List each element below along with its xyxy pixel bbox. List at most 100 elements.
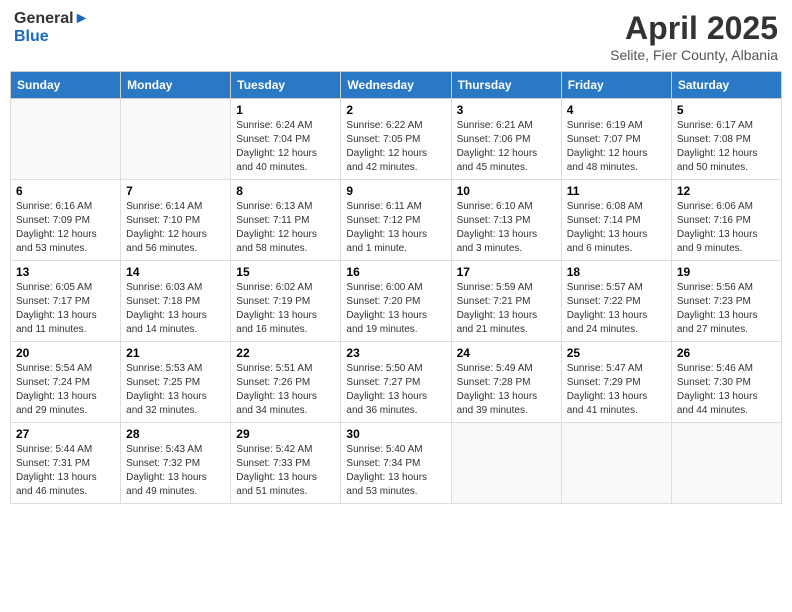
- day-info: Sunrise: 6:10 AMSunset: 7:13 PMDaylight:…: [457, 200, 556, 256]
- day-info: Sunrise: 6:16 AMSunset: 7:09 PMDaylight:…: [16, 200, 115, 256]
- month-title: April 2025: [610, 10, 778, 47]
- day-info: Sunrise: 5:49 AMSunset: 7:28 PMDaylight:…: [457, 362, 556, 418]
- day-info: Sunrise: 5:50 AMSunset: 7:27 PMDaylight:…: [346, 362, 445, 418]
- calendar-cell: 4 Sunrise: 6:19 AMSunset: 7:07 PMDaylight…: [561, 99, 671, 180]
- day-info: Sunrise: 6:21 AMSunset: 7:06 PMDaylight:…: [457, 119, 556, 175]
- day-number: 7: [126, 184, 225, 198]
- calendar-cell: 20 Sunrise: 5:54 AMSunset: 7:24 PMDayligh…: [11, 342, 121, 423]
- day-number: 29: [236, 427, 335, 441]
- calendar-cell: 14Sunrise: 6:03 AMSunset: 7:18 PMDayligh…: [121, 261, 231, 342]
- day-number: 26: [677, 346, 776, 360]
- calendar-cell: 5 Sunrise: 6:17 AMSunset: 7:08 PMDaylight…: [671, 99, 781, 180]
- calendar-cell: [451, 423, 561, 504]
- day-info: Sunrise: 6:22 AMSunset: 7:05 PMDaylight:…: [346, 119, 445, 175]
- title-block: April 2025 Selite, Fier County, Albania: [610, 10, 778, 63]
- day-info: Sunrise: 6:02 AMSunset: 7:19 PMDaylight:…: [236, 281, 335, 337]
- day-info: Sunrise: 6:14 AMSunset: 7:10 PMDaylight:…: [126, 200, 225, 256]
- day-number: 16: [346, 265, 445, 279]
- calendar-cell: 12Sunrise: 6:06 AMSunset: 7:16 PMDayligh…: [671, 180, 781, 261]
- day-info: Sunrise: 6:00 AMSunset: 7:20 PMDaylight:…: [346, 281, 445, 337]
- calendar-cell: 18 Sunrise: 5:57 AMSunset: 7:22 PMDayligh…: [561, 261, 671, 342]
- calendar-cell: 28 Sunrise: 5:43 AMSunset: 7:32 PMDayligh…: [121, 423, 231, 504]
- day-info: Sunrise: 6:08 AMSunset: 7:14 PMDaylight:…: [567, 200, 666, 256]
- day-number: 22: [236, 346, 335, 360]
- calendar-cell: 8Sunrise: 6:13 AMSunset: 7:11 PMDaylight…: [231, 180, 341, 261]
- calendar-cell: 24 Sunrise: 5:49 AMSunset: 7:28 PMDayligh…: [451, 342, 561, 423]
- day-number: 28: [126, 427, 225, 441]
- calendar-cell: [11, 99, 121, 180]
- location-subtitle: Selite, Fier County, Albania: [610, 47, 778, 63]
- day-number: 30: [346, 427, 445, 441]
- weekday-header: Thursday: [451, 72, 561, 99]
- day-number: 2: [346, 103, 445, 117]
- day-info: Sunrise: 5:46 AMSunset: 7:30 PMDaylight:…: [677, 362, 776, 418]
- calendar-cell: 15 Sunrise: 6:02 AMSunset: 7:19 PMDayligh…: [231, 261, 341, 342]
- day-info: Sunrise: 5:44 AMSunset: 7:31 PMDaylight:…: [16, 443, 115, 499]
- weekday-header: Friday: [561, 72, 671, 99]
- day-number: 4: [567, 103, 666, 117]
- calendar-cell: [561, 423, 671, 504]
- calendar-cell: 11Sunrise: 6:08 AMSunset: 7:14 PMDayligh…: [561, 180, 671, 261]
- day-info: Sunrise: 6:13 AMSunset: 7:11 PMDaylight:…: [236, 200, 335, 256]
- calendar-cell: 30 Sunrise: 5:40 AMSunset: 7:34 PMDayligh…: [341, 423, 451, 504]
- day-number: 3: [457, 103, 556, 117]
- day-info: Sunrise: 6:03 AMSunset: 7:18 PMDaylight:…: [126, 281, 225, 337]
- day-info: Sunrise: 6:17 AMSunset: 7:08 PMDaylight:…: [677, 119, 776, 175]
- day-info: Sunrise: 5:43 AMSunset: 7:32 PMDaylight:…: [126, 443, 225, 499]
- day-info: Sunrise: 6:19 AMSunset: 7:07 PMDaylight:…: [567, 119, 666, 175]
- calendar-cell: 3 Sunrise: 6:21 AMSunset: 7:06 PMDaylight…: [451, 99, 561, 180]
- logo: General► Blue: [14, 10, 89, 45]
- day-info: Sunrise: 5:51 AMSunset: 7:26 PMDaylight:…: [236, 362, 335, 418]
- calendar-cell: 10Sunrise: 6:10 AMSunset: 7:13 PMDayligh…: [451, 180, 561, 261]
- calendar-cell: 29Sunrise: 5:42 AMSunset: 7:33 PMDayligh…: [231, 423, 341, 504]
- calendar-cell: 23Sunrise: 5:50 AMSunset: 7:27 PMDayligh…: [341, 342, 451, 423]
- day-number: 27: [16, 427, 115, 441]
- calendar-week-row: 6 Sunrise: 6:16 AMSunset: 7:09 PMDaylight…: [11, 180, 782, 261]
- calendar-cell: 17 Sunrise: 5:59 AMSunset: 7:21 PMDayligh…: [451, 261, 561, 342]
- calendar-week-row: 1Sunrise: 6:24 AMSunset: 7:04 PMDaylight…: [11, 99, 782, 180]
- day-number: 25: [567, 346, 666, 360]
- day-number: 6: [16, 184, 115, 198]
- calendar-cell: [671, 423, 781, 504]
- day-info: Sunrise: 5:40 AMSunset: 7:34 PMDaylight:…: [346, 443, 445, 499]
- weekday-header: Saturday: [671, 72, 781, 99]
- calendar-table: SundayMondayTuesdayWednesdayThursdayFrid…: [10, 71, 782, 504]
- weekday-header: Sunday: [11, 72, 121, 99]
- day-number: 15: [236, 265, 335, 279]
- day-number: 19: [677, 265, 776, 279]
- day-number: 5: [677, 103, 776, 117]
- logo-text: General► Blue: [14, 10, 89, 45]
- calendar-cell: 21 Sunrise: 5:53 AMSunset: 7:25 PMDayligh…: [121, 342, 231, 423]
- calendar-cell: 25Sunrise: 5:47 AMSunset: 7:29 PMDayligh…: [561, 342, 671, 423]
- day-info: Sunrise: 5:57 AMSunset: 7:22 PMDaylight:…: [567, 281, 666, 337]
- day-info: Sunrise: 5:59 AMSunset: 7:21 PMDaylight:…: [457, 281, 556, 337]
- calendar-cell: 13 Sunrise: 6:05 AMSunset: 7:17 PMDayligh…: [11, 261, 121, 342]
- calendar-cell: 22 Sunrise: 5:51 AMSunset: 7:26 PMDayligh…: [231, 342, 341, 423]
- weekday-header: Wednesday: [341, 72, 451, 99]
- day-info: Sunrise: 5:56 AMSunset: 7:23 PMDaylight:…: [677, 281, 776, 337]
- day-number: 1: [236, 103, 335, 117]
- day-number: 9: [346, 184, 445, 198]
- weekday-header: Tuesday: [231, 72, 341, 99]
- calendar-cell: 9Sunrise: 6:11 AMSunset: 7:12 PMDaylight…: [341, 180, 451, 261]
- day-number: 21: [126, 346, 225, 360]
- day-info: Sunrise: 6:05 AMSunset: 7:17 PMDaylight:…: [16, 281, 115, 337]
- day-info: Sunrise: 5:54 AMSunset: 7:24 PMDaylight:…: [16, 362, 115, 418]
- calendar-week-row: 20 Sunrise: 5:54 AMSunset: 7:24 PMDayligh…: [11, 342, 782, 423]
- calendar-week-row: 13 Sunrise: 6:05 AMSunset: 7:17 PMDayligh…: [11, 261, 782, 342]
- calendar-cell: [121, 99, 231, 180]
- calendar-cell: 1Sunrise: 6:24 AMSunset: 7:04 PMDaylight…: [231, 99, 341, 180]
- calendar-week-row: 27 Sunrise: 5:44 AMSunset: 7:31 PMDayligh…: [11, 423, 782, 504]
- day-number: 12: [677, 184, 776, 198]
- day-number: 24: [457, 346, 556, 360]
- day-number: 17: [457, 265, 556, 279]
- day-number: 13: [16, 265, 115, 279]
- day-info: Sunrise: 5:53 AMSunset: 7:25 PMDaylight:…: [126, 362, 225, 418]
- calendar-cell: 27 Sunrise: 5:44 AMSunset: 7:31 PMDayligh…: [11, 423, 121, 504]
- day-number: 18: [567, 265, 666, 279]
- page-header: General► Blue April 2025 Selite, Fier Co…: [10, 10, 782, 63]
- calendar-cell: 2 Sunrise: 6:22 AMSunset: 7:05 PMDaylight…: [341, 99, 451, 180]
- weekday-header: Monday: [121, 72, 231, 99]
- day-number: 20: [16, 346, 115, 360]
- calendar-cell: 16 Sunrise: 6:00 AMSunset: 7:20 PMDayligh…: [341, 261, 451, 342]
